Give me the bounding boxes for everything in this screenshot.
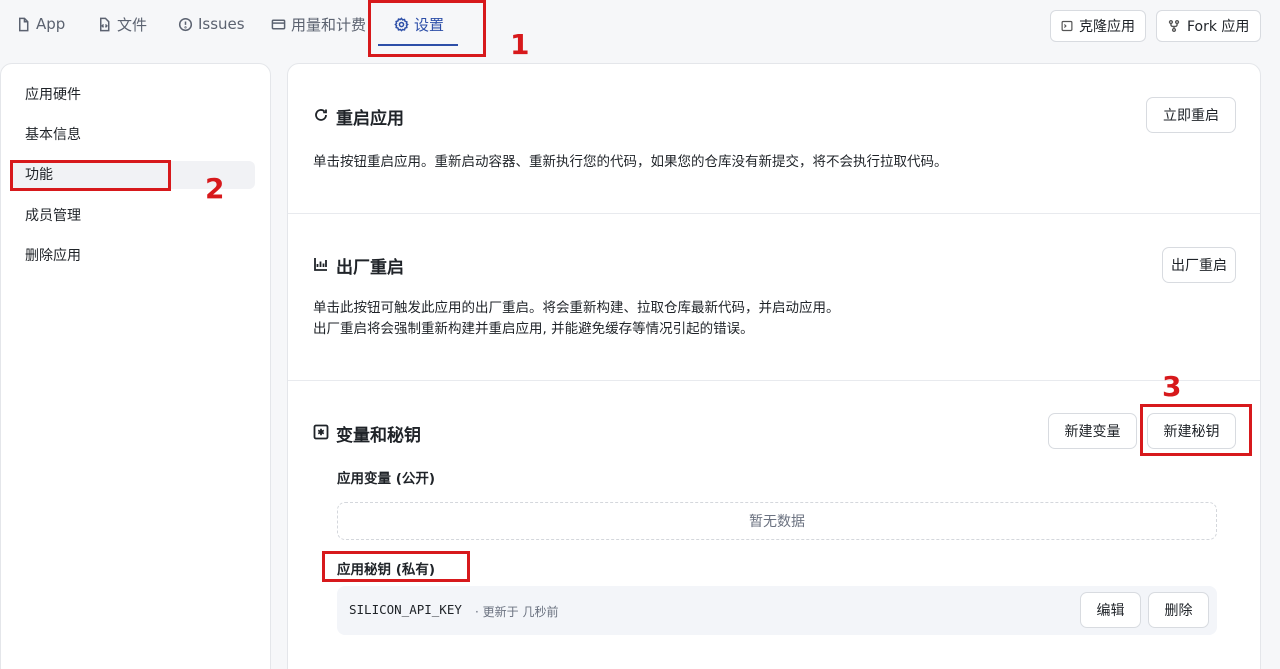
- restart-icon: [313, 107, 329, 123]
- fork-app-label: Fork 应用: [1187, 19, 1250, 35]
- settings-sidebar: 应用硬件 基本信息 功能 成员管理 删除应用: [0, 63, 271, 669]
- annotation-box-settings-tab: [368, 0, 486, 57]
- sidebar-item-delete-app[interactable]: 删除应用: [11, 242, 255, 270]
- annotation-box-private-secrets: [322, 551, 470, 582]
- tab-billing[interactable]: 用量和计费: [271, 12, 366, 36]
- tab-app-label: App: [36, 15, 66, 33]
- public-variables-label: 应用变量 (公开): [337, 471, 436, 487]
- factory-restart-button[interactable]: 出厂重启: [1162, 247, 1236, 283]
- annotation-box-new-secret: [1140, 404, 1252, 456]
- tab-files[interactable]: 文件: [97, 12, 147, 36]
- annotation-number-3: 3: [1162, 370, 1182, 403]
- asterisk-icon: [313, 424, 329, 440]
- tab-issues-label: Issues: [198, 15, 245, 33]
- chart-icon: [313, 256, 329, 272]
- card-icon: [271, 19, 286, 29]
- tab-issues[interactable]: Issues: [178, 12, 245, 36]
- fork-app-button[interactable]: Fork 应用: [1156, 10, 1261, 42]
- tab-billing-label: 用量和计费: [291, 15, 367, 34]
- section-divider: [288, 213, 1260, 214]
- secret-row: SILICON_API_KEY · 更新于 几秒前 编辑 删除: [337, 586, 1217, 635]
- delete-secret-button[interactable]: 删除: [1148, 592, 1209, 628]
- restart-section-title: 重启应用: [336, 109, 404, 129]
- sidebar-item-basic-info[interactable]: 基本信息: [11, 121, 255, 149]
- factory-restart-section-title: 出厂重启: [336, 258, 404, 278]
- new-variable-button[interactable]: 新建变量: [1048, 413, 1137, 449]
- code-file-icon: [100, 17, 110, 31]
- file-icon: [19, 17, 29, 31]
- restart-now-button[interactable]: 立即重启: [1146, 97, 1236, 133]
- sidebar-item-hardware[interactable]: 应用硬件: [11, 81, 255, 109]
- factory-restart-description-line2: 出厂重启将会强制重新构建并重启应用, 并能避免缓存等情况引起的错误。: [313, 321, 754, 337]
- secret-updated-meta: · 更新于 几秒前: [475, 605, 559, 619]
- sidebar-item-members[interactable]: 成员管理: [11, 202, 255, 230]
- terminal-icon: [1061, 20, 1073, 32]
- tab-app[interactable]: App: [16, 12, 65, 36]
- restart-description: 单击按钮重启应用。重新启动容器、重新执行您的代码，如果您的仓库没有新提交，将不会…: [313, 154, 948, 170]
- variables-section-title: 变量和秘钥: [336, 426, 421, 446]
- tab-files-label: 文件: [117, 15, 148, 34]
- section-divider: [288, 380, 1260, 381]
- empty-text: 暂无数据: [749, 514, 805, 530]
- annotation-box-features: [10, 160, 171, 191]
- issue-icon: [178, 17, 193, 31]
- edit-secret-button[interactable]: 编辑: [1080, 592, 1141, 628]
- annotation-number-2: 2: [205, 172, 225, 205]
- top-navigation: App 文件 Issues 用量和计费 设置 克隆应用 Fork 应用: [0, 0, 1280, 50]
- fork-icon: [1168, 19, 1180, 33]
- factory-restart-description-line1: 单击此按钮可触发此应用的出厂重启。将会重新构建、拉取仓库最新代码，并启动应用。: [313, 300, 840, 316]
- annotation-number-1: 1: [510, 28, 530, 61]
- secret-key-name: SILICON_API_KEY: [349, 602, 462, 617]
- empty-variables-placeholder: 暂无数据: [337, 502, 1217, 540]
- clone-app-button[interactable]: 克隆应用: [1050, 10, 1146, 42]
- clone-app-label: 克隆应用: [1079, 19, 1135, 35]
